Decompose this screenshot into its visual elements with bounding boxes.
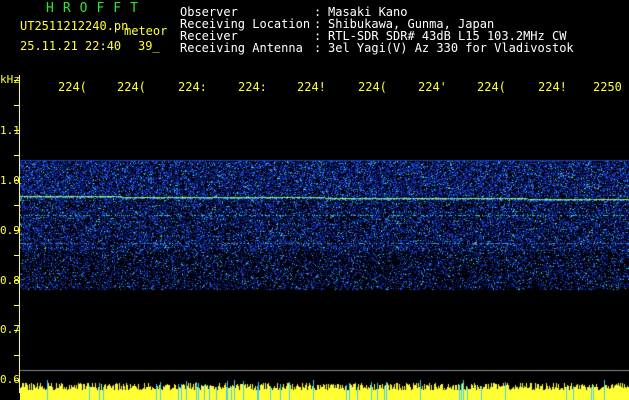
y-axis-tick — [14, 155, 19, 156]
x-tick-label: 224( — [358, 80, 387, 94]
y-axis-tick — [14, 355, 19, 356]
x-tick-label: 224( — [117, 80, 146, 94]
x-tick-label: 224: — [178, 80, 207, 94]
x-tick-label: 224( — [58, 80, 87, 94]
x-tick-label: 2250 — [593, 80, 622, 94]
hrofft-logo: HROFFT — [46, 1, 147, 16]
x-tick-label: 224' — [418, 80, 447, 94]
colon: : — [314, 41, 322, 55]
timestamp: 25.11.21 22:40 — [20, 39, 122, 53]
x-tick-label: 224: — [238, 80, 267, 94]
x-tick-label: 224! — [297, 80, 326, 94]
y-axis-tick — [14, 180, 19, 181]
x-tick-label: 224! — [538, 80, 567, 94]
y-axis-tick — [14, 80, 19, 81]
spectrogram-canvas — [20, 95, 629, 400]
y-axis-tick — [14, 130, 19, 131]
y-axis-tick — [14, 230, 19, 231]
count-label: 39_ — [138, 39, 160, 53]
label-antenna: Receiving Antenna — [180, 41, 303, 55]
spectrogram-window: HROFFT UT2511212240.pn meteor 25.11.21 2… — [0, 0, 629, 400]
y-axis-tick — [14, 280, 19, 281]
y-axis-tick — [14, 105, 19, 106]
x-tick-label: 224( — [477, 80, 506, 94]
y-axis-tick — [14, 305, 19, 306]
y-axis-tick — [14, 380, 19, 381]
file-name: UT2511212240.pn — [20, 19, 129, 33]
y-axis-tick — [14, 330, 19, 331]
mode-label: meteor — [124, 24, 168, 38]
antenna-value: 3el Yagi(V) Az 330 for Vladivostok — [328, 41, 574, 55]
y-axis-tick — [14, 205, 19, 206]
y-axis-tick — [14, 255, 19, 256]
